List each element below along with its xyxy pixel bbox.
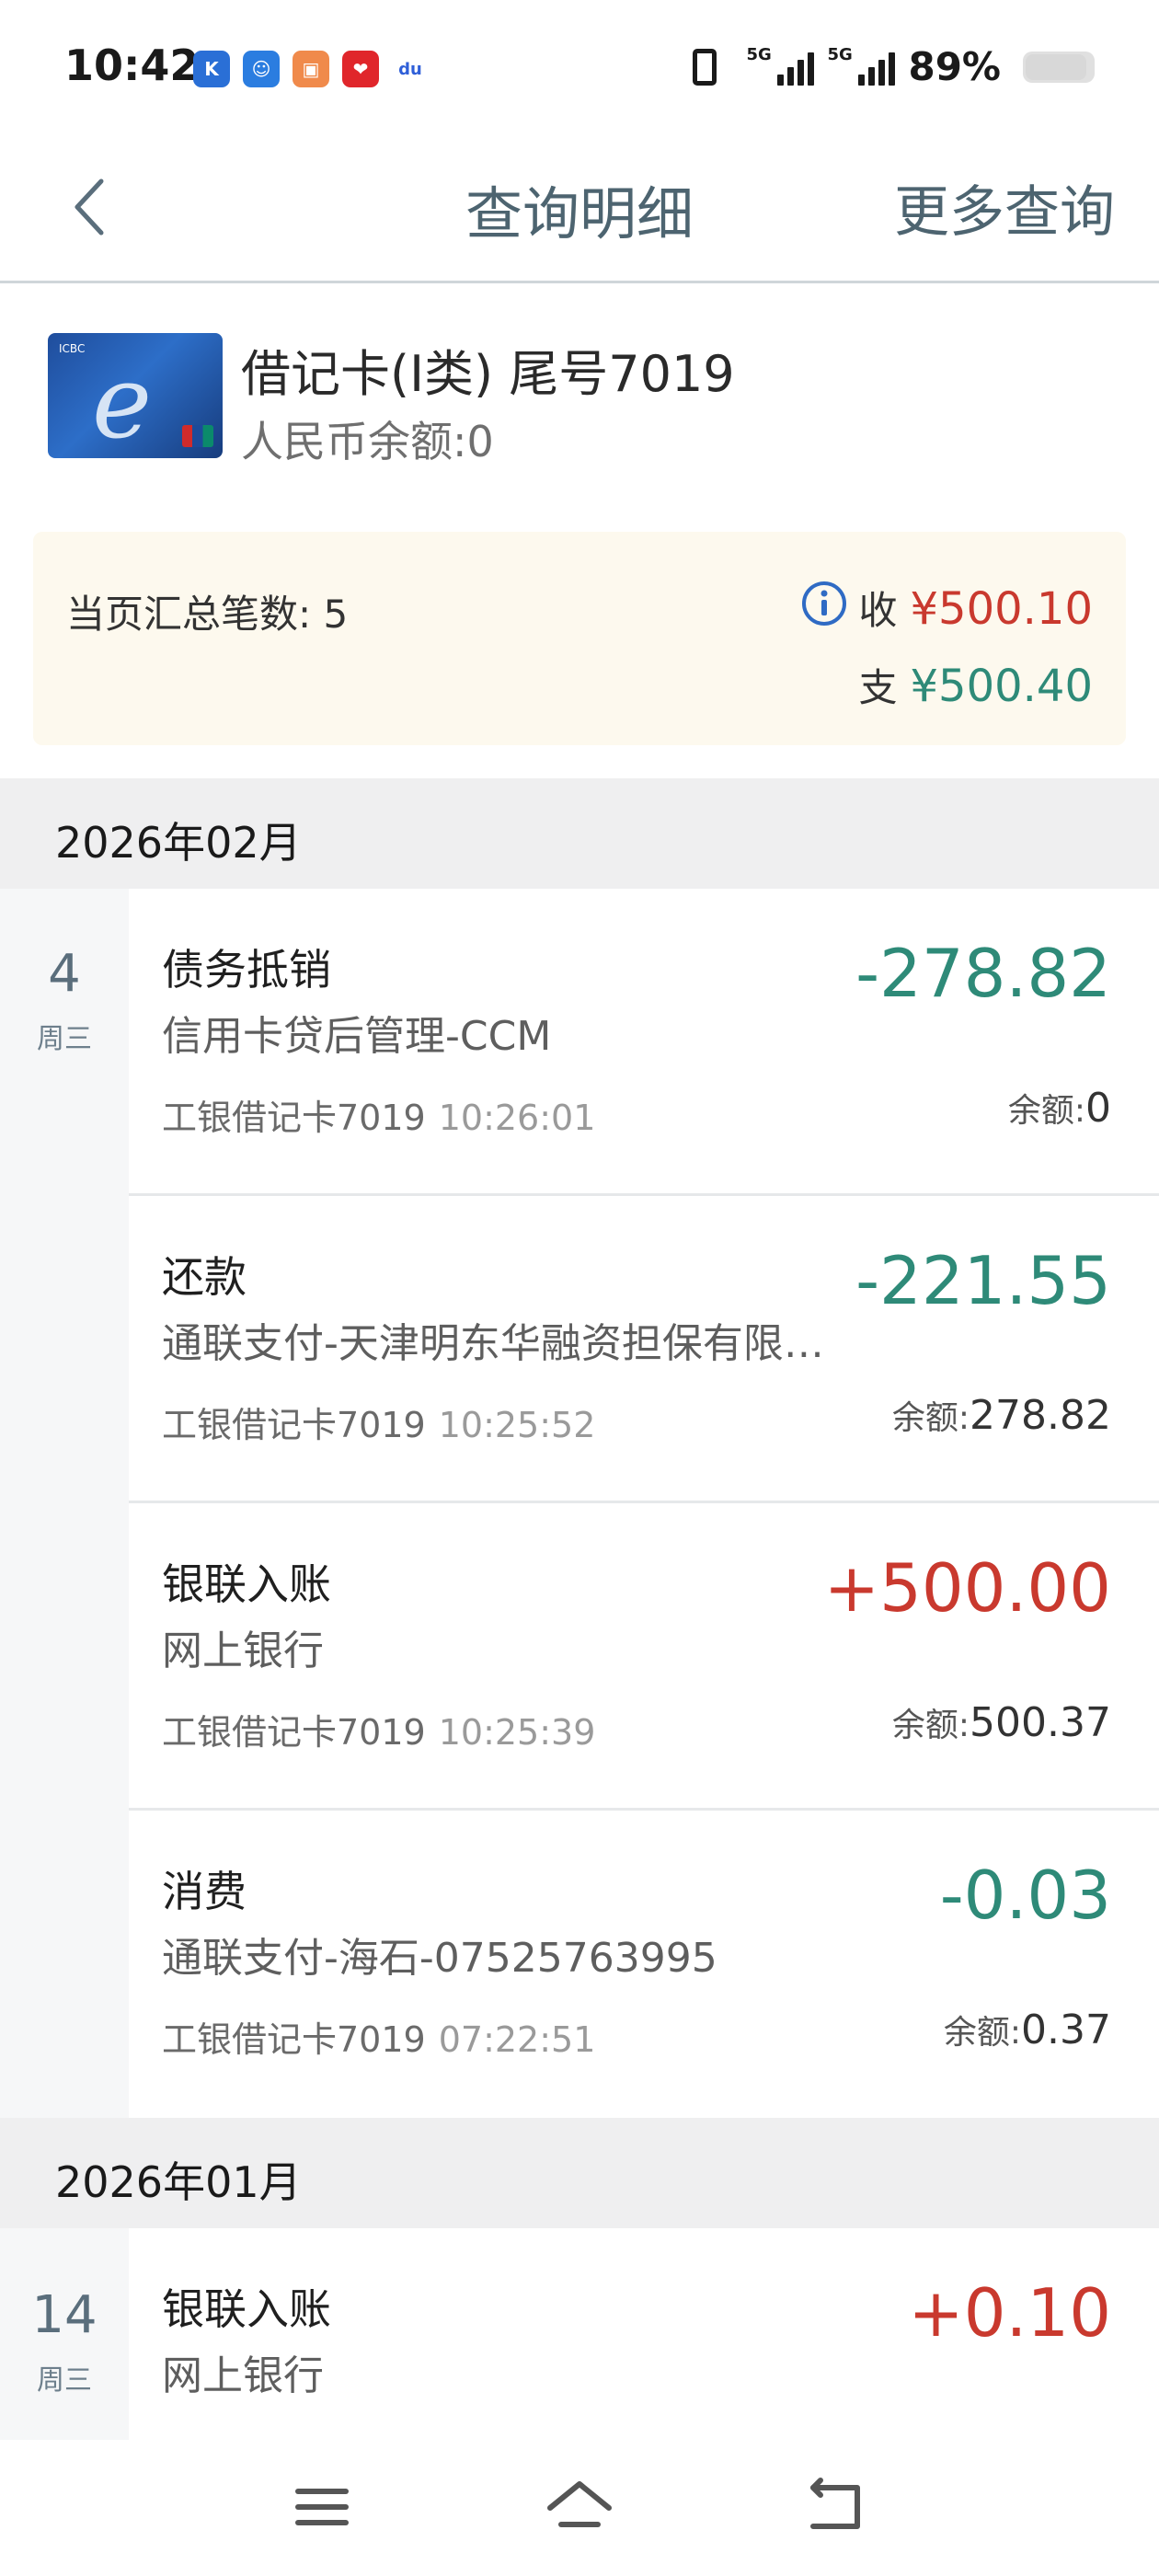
transaction-row[interactable]: 债务抵销 信用卡贷后管理-CCM 工银借记卡7019 10:26:01 -278.… [129,889,1159,1196]
transaction-type: 债务抵销 [162,945,331,995]
balance-value: 278.82 [970,1392,1111,1439]
transaction-time: 10:25:39 [438,1712,596,1753]
transaction-desc: 网上银行 [162,1627,324,1674]
transaction-type: 消费 [162,1867,247,1916]
transaction-type: 银联入账 [162,2284,331,2334]
transaction-amount: -0.03 [939,1857,1111,1934]
summary-income: 收 ¥500.10 [858,580,1093,636]
transaction-row[interactable]: 还款 通联支付-天津明东华融资担保有限… 工银借记卡7019 10:25:52 -… [129,1196,1159,1503]
balance-label: 余额: [943,2014,1022,2052]
transaction-time: 10:25:52 [438,1405,596,1445]
transaction-card: 工银借记卡7019 10:25:39 [162,1704,595,1754]
card-name[interactable]: 借记卡(Ⅰ类) 尾号7019 [241,333,735,406]
card-balance: 人民币余额:0 [241,417,494,466]
back-nav-button[interactable] [800,2475,874,2539]
transaction-desc: 信用卡贷后管理-CCM [162,1013,552,1060]
income-label: 收 [858,588,898,633]
month-header: 2026年01月 [0,2118,1159,2228]
transaction-desc: 通联支付-天津明东华融资担保有限… [162,1320,824,1367]
status-indicators: 5G 5G 89% [693,44,1095,89]
status-app-icons: K ☺ ▣ ❤ du [193,51,429,87]
transaction-amount: -221.55 [855,1242,1111,1319]
expense-amount: ¥500.40 [910,661,1094,712]
transaction-time: 07:22:51 [438,2019,596,2060]
menu-icon [295,2489,349,2525]
transaction-balance: 余额:500.37 [892,1698,1111,1746]
income-amount: ¥500.10 [910,583,1094,635]
orange-app-icon: ▣ [293,51,329,87]
menu-button[interactable] [285,2475,359,2539]
summary-count: 当页汇总笔数: 5 [66,592,349,637]
transaction-amount: +500.00 [823,1549,1111,1627]
battery-icon [1023,51,1095,83]
transaction-card: 工银借记卡7019 10:26:01 [162,1089,595,1140]
bank-card-image: ICBC e [48,333,223,458]
system-nav-bar [0,2440,1159,2576]
summary-expense: 支 ¥500.40 [858,657,1093,713]
transaction-balance: 余额:0 [1008,1084,1111,1132]
balance-label: 余额: [1007,1092,1085,1130]
transaction-row[interactable]: 银联入账 网上银行 工银借记卡7019 10:25:39 +500.00 余额:5… [129,1503,1159,1811]
date-day: 4 [48,944,81,1004]
date-day: 14 [31,2285,98,2345]
month-label: 2026年02月 [55,818,302,868]
baidu-app-icon: du [392,51,429,87]
home-icon [547,2481,612,2527]
signal-icon: 5G [827,45,896,86]
balance-label: 余额: [891,1707,970,1744]
transaction-time: 10:26:01 [438,1098,596,1138]
date-weekday: 周三 [37,1023,92,1055]
card-label: 工银借记卡7019 [162,1712,426,1753]
transaction-amount: -278.82 [855,935,1111,1012]
k-app-icon: K [193,51,230,87]
status-bar: 10:42 K ☺ ▣ ❤ du 5G 5G 89% [0,0,1159,138]
status-time: 10:42 [64,40,200,90]
card-label: 工银借记卡7019 [162,1098,426,1138]
more-query-button[interactable]: 更多查询 [894,167,1115,247]
vibrate-icon [693,48,717,86]
page-summary: 当页汇总笔数: 5 收 ¥500.10 支 ¥500.40 [33,532,1126,745]
transaction-amount: +0.10 [908,2274,1111,2352]
transaction-row[interactable]: 银联入账 网上银行 +0.10 [129,2228,1159,2440]
transaction-row[interactable]: 消费 通联支付-海石-07525763995 工银借记卡7019 07:22:51… [129,1811,1159,2118]
signal-icon: 5G [746,45,815,86]
game-app-icon: ☺ [243,51,280,87]
date-column: 4 周三 [0,889,129,2118]
balance-label: 余额: [891,1399,970,1437]
top-bar: 查询明细 更多查询 [0,138,1159,283]
transaction-card: 工银借记卡7019 07:22:51 [162,2011,595,2062]
transaction-desc: 网上银行 [162,2352,324,2399]
transaction-type: 银联入账 [162,1559,331,1609]
month-label: 2026年01月 [55,2157,302,2207]
red-app-icon: ❤ [342,51,379,87]
transaction-type: 还款 [162,1252,247,1302]
transaction-card: 工银借记卡7019 10:25:52 [162,1397,595,1447]
balance-value: 0.37 [1021,2007,1111,2053]
expense-label: 支 [858,665,898,710]
info-icon[interactable] [800,580,848,627]
transaction-desc: 通联支付-海石-07525763995 [162,1935,717,1982]
battery-percent: 89% [908,44,1001,89]
home-button[interactable] [543,2475,616,2539]
transaction-balance: 余额:0.37 [944,2006,1111,2053]
transaction-balance: 余额:278.82 [892,1391,1111,1439]
date-column: 14 周三 [0,2228,129,2440]
balance-value: 0 [1085,1085,1111,1132]
balance-value: 500.37 [970,1699,1111,1746]
return-icon [810,2478,860,2529]
signal-label: 5G [746,44,772,64]
card-label: 工银借记卡7019 [162,2019,426,2060]
card-label: 工银借记卡7019 [162,1405,426,1445]
month-header: 2026年02月 [0,778,1159,889]
date-weekday: 周三 [37,2364,92,2397]
signal-label: 5G [827,44,853,64]
